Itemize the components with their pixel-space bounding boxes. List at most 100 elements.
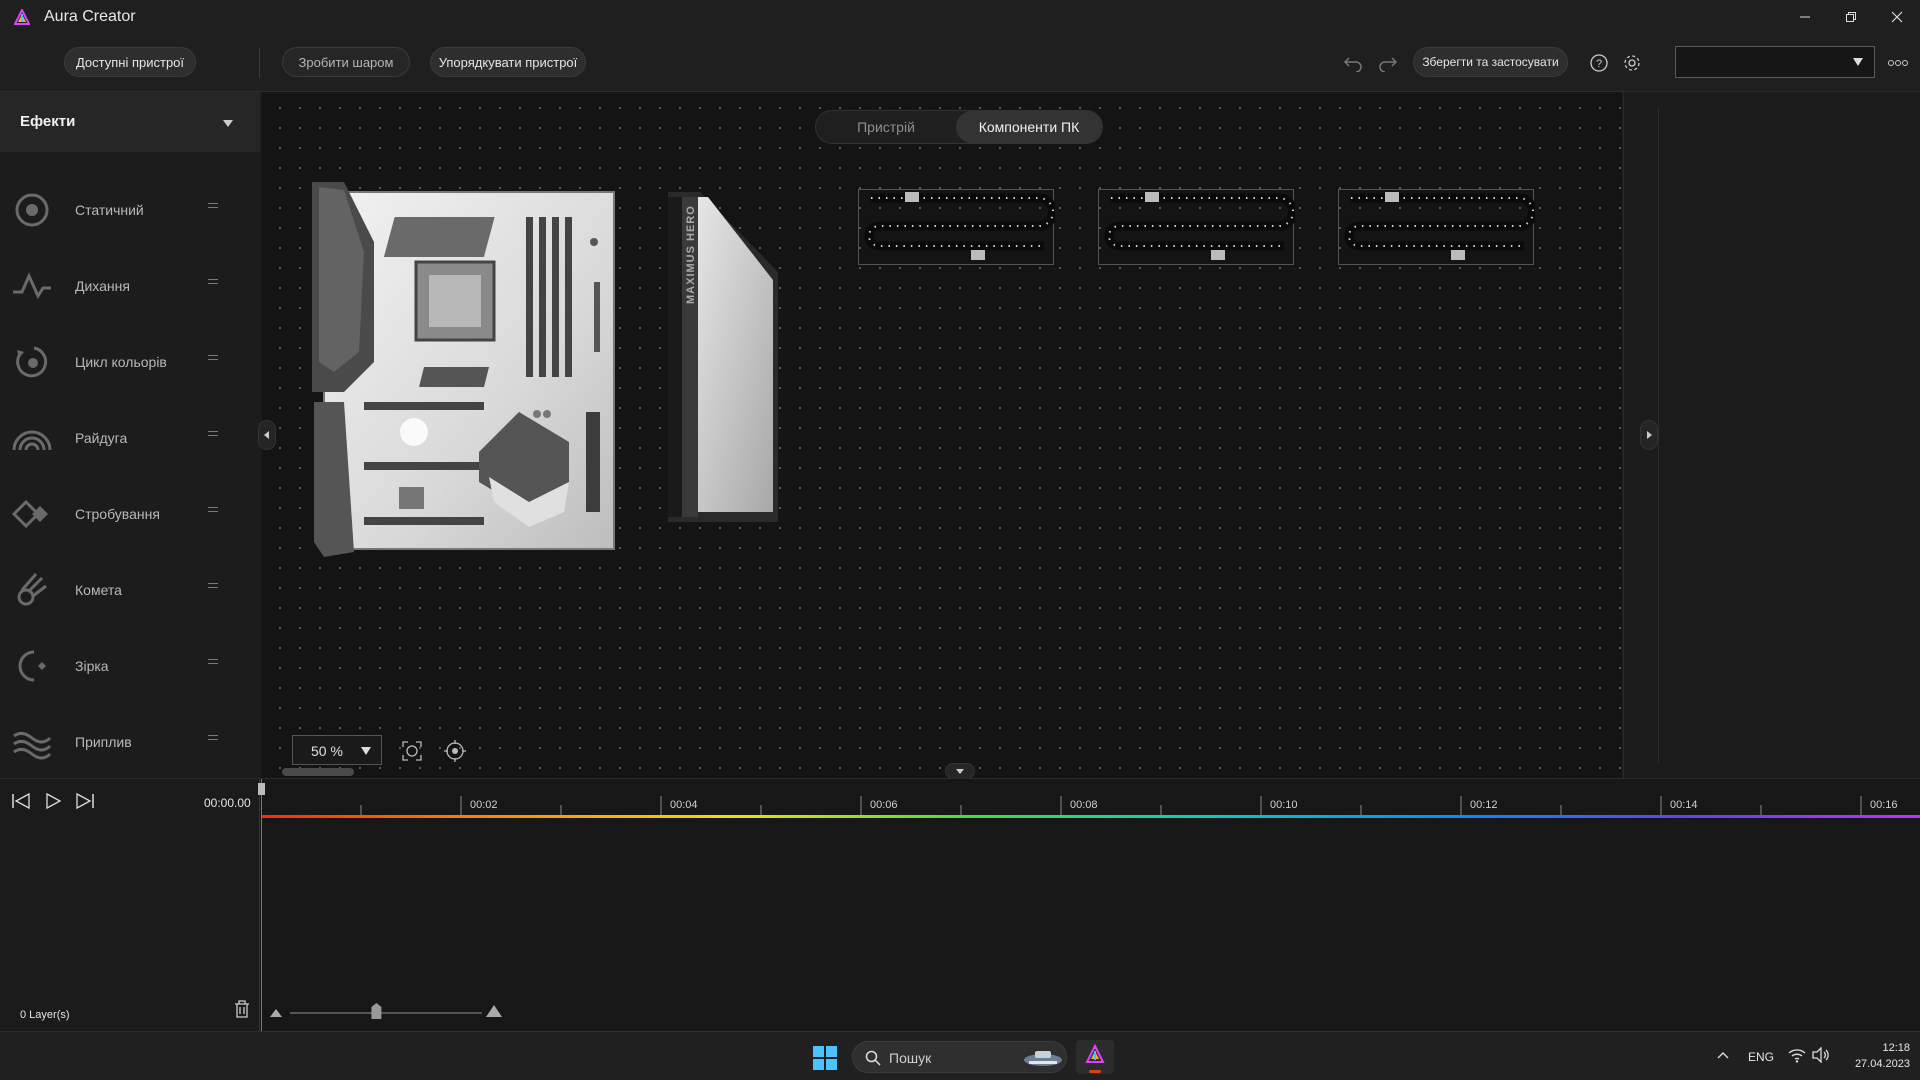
zoom-value: 50 % xyxy=(311,743,343,759)
profile-select[interactable] xyxy=(1675,46,1875,78)
tick-label: 00:04 xyxy=(670,799,698,811)
playhead-line[interactable] xyxy=(261,779,262,1032)
clock-date: 27.04.2023 xyxy=(1854,1058,1910,1070)
available-devices-button[interactable]: Доступні пристрої xyxy=(64,47,196,77)
effect-static[interactable]: Статичний xyxy=(0,174,260,244)
slider-thumb[interactable] xyxy=(371,1003,382,1019)
close-icon xyxy=(1891,11,1903,23)
horizontal-scrollbar[interactable] xyxy=(282,768,354,776)
arrange-devices-button[interactable]: Упорядкувати пристрої xyxy=(430,47,586,77)
effect-comet[interactable]: Комета xyxy=(0,554,260,624)
skip-back-icon xyxy=(12,792,30,810)
skip-forward-icon xyxy=(76,792,94,810)
fit-view-button[interactable] xyxy=(398,737,426,765)
effect-rainbow[interactable]: Райдуга xyxy=(0,402,260,472)
play-button[interactable] xyxy=(40,789,66,813)
tab-device[interactable]: Пристрій xyxy=(816,111,956,143)
comet-icon xyxy=(17,573,47,606)
rainbow-icon xyxy=(12,430,52,451)
aura-logo-icon xyxy=(14,9,30,25)
tick-label: 00:02 xyxy=(470,799,498,811)
time-ruler[interactable]: 00:02 00:04 00:06 00:08 00:10 00:12 00:1… xyxy=(261,779,1920,819)
strobe-icon xyxy=(12,499,48,529)
clock[interactable]: 12:18 27.04.2023 xyxy=(1838,1040,1910,1072)
skip-forward-button[interactable] xyxy=(72,789,98,813)
led-strip-icon xyxy=(864,192,1055,260)
effects-header[interactable]: Ефекти xyxy=(0,92,260,152)
drag-handle-icon[interactable] xyxy=(208,279,218,287)
led-strip-device[interactable] xyxy=(1098,189,1295,265)
device-canvas[interactable]: Пристрій Компоненти ПК MAXIMUS HERO 50 % xyxy=(262,92,1622,778)
current-time: 00:00.00 xyxy=(204,796,251,810)
effect-label: Статичний xyxy=(75,202,144,218)
chevron-right-icon xyxy=(1647,431,1652,439)
center-view-button[interactable] xyxy=(441,737,469,765)
drag-handle-icon[interactable] xyxy=(208,507,218,515)
more-options-button[interactable] xyxy=(1885,50,1911,76)
collapse-sidebar-button[interactable] xyxy=(258,420,276,450)
drag-handle-icon[interactable] xyxy=(208,583,218,591)
tab-pc-components[interactable]: Компоненти ПК xyxy=(956,111,1102,143)
layers-count: 0 Layer(s) xyxy=(20,1009,70,1021)
redo-icon xyxy=(1379,57,1398,72)
static-icon xyxy=(15,193,49,227)
windows-start-icon[interactable] xyxy=(812,1045,838,1071)
star-icon xyxy=(18,650,46,682)
trash-icon[interactable] xyxy=(233,999,251,1019)
skip-back-button[interactable] xyxy=(8,789,34,813)
playhead-handle[interactable] xyxy=(258,783,265,795)
collapse-timeline-button[interactable] xyxy=(945,763,975,779)
drag-handle-icon[interactable] xyxy=(208,355,218,363)
help-icon: ? xyxy=(1590,54,1608,72)
expand-panel-button[interactable] xyxy=(1640,420,1658,450)
effect-label: Райдуга xyxy=(75,430,128,446)
tick-label: 00:16 xyxy=(1870,799,1898,811)
drag-handle-icon[interactable] xyxy=(208,431,218,439)
restore-button[interactable] xyxy=(1838,6,1864,28)
taskbar-aura-creator[interactable] xyxy=(1076,1040,1114,1074)
wifi-icon[interactable] xyxy=(1788,1047,1806,1063)
make-layer-button[interactable]: Зробити шаром xyxy=(282,47,410,77)
close-button[interactable] xyxy=(1884,6,1910,28)
led-strip-device[interactable] xyxy=(858,189,1055,265)
effect-tide[interactable]: Приплив xyxy=(0,706,260,776)
volume-icon[interactable] xyxy=(1812,1047,1830,1063)
effect-strobe[interactable]: Стробування xyxy=(0,478,260,548)
rog-card-device[interactable]: MAXIMUS HERO xyxy=(668,192,808,522)
effect-star[interactable]: Зірка xyxy=(0,630,260,700)
redo-button[interactable] xyxy=(1375,50,1401,76)
undo-button[interactable] xyxy=(1340,50,1366,76)
svg-text:?: ? xyxy=(1596,58,1602,70)
search-placeholder: Пошук xyxy=(889,1050,932,1066)
save-apply-button[interactable]: Зберегти та застосувати xyxy=(1413,47,1568,77)
window-title: Aura Creator xyxy=(44,8,136,25)
led-strip-icon xyxy=(1104,192,1295,260)
timeline-zoom-slider[interactable] xyxy=(270,1001,505,1021)
toolbar-divider xyxy=(259,48,260,78)
chevron-left-icon xyxy=(264,431,269,439)
drag-handle-icon[interactable] xyxy=(208,735,218,743)
view-toggle: Пристрій Компоненти ПК xyxy=(815,110,1103,144)
zoom-select[interactable]: 50 % xyxy=(292,735,382,765)
effect-breathing[interactable]: Дихання xyxy=(0,250,260,320)
led-strip-device[interactable] xyxy=(1338,189,1535,265)
settings-button[interactable] xyxy=(1619,50,1645,76)
tick-label: 00:10 xyxy=(1270,799,1298,811)
zoom-in-icon[interactable] xyxy=(486,1005,502,1017)
motherboard-device[interactable] xyxy=(304,182,619,557)
input-language[interactable]: ENG xyxy=(1748,1050,1774,1064)
effect-label: Зірка xyxy=(75,658,109,674)
taskbar-search[interactable]: Пошук xyxy=(852,1041,1067,1073)
drag-handle-icon[interactable] xyxy=(208,203,218,211)
drag-handle-icon[interactable] xyxy=(208,659,218,667)
gpu-brand-text: MAXIMUS HERO xyxy=(685,205,697,304)
minimize-button[interactable] xyxy=(1792,6,1818,28)
search-icon xyxy=(865,1050,881,1066)
chevron-down-icon xyxy=(956,769,964,774)
chevron-up-icon[interactable] xyxy=(1716,1050,1730,1060)
chevron-down-icon xyxy=(1853,58,1863,66)
effect-color-cycle[interactable]: Цикл кольорів xyxy=(0,326,260,396)
help-button[interactable]: ? xyxy=(1586,50,1612,76)
properties-panel xyxy=(1623,92,1920,778)
zoom-out-icon[interactable] xyxy=(270,1009,282,1017)
